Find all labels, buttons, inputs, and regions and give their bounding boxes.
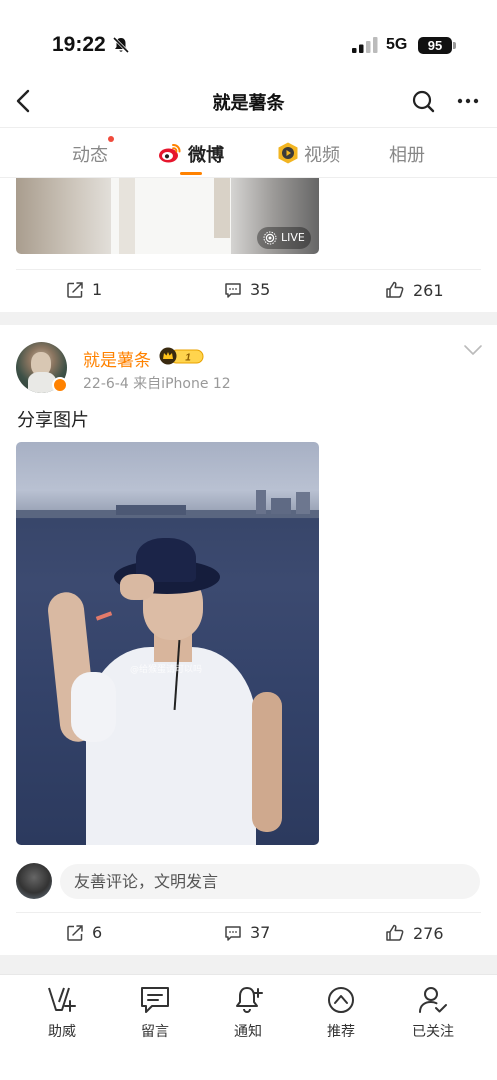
bottom-toolbar: 助威 留言 通知 推荐 已关注: [0, 974, 497, 1080]
live-photo-icon: [263, 231, 277, 245]
repost-count: 6: [92, 923, 103, 942]
vip-level-badge: 1: [159, 347, 204, 365]
more-icon[interactable]: [454, 86, 484, 116]
thumbs-up-icon: [386, 281, 404, 298]
tab-album[interactable]: 相册: [389, 141, 425, 167]
comment-icon: [225, 282, 241, 298]
like-button[interactable]: 261: [385, 280, 444, 300]
comment-input[interactable]: 友善评论，文明发言: [60, 864, 480, 899]
notify-button[interactable]: 通知: [213, 985, 283, 1041]
message-icon: [141, 987, 169, 1013]
notify-bell-icon: [236, 987, 263, 1013]
previous-post-actions: 1 35 261: [0, 270, 497, 312]
followed-label: 已关注: [412, 1024, 454, 1040]
live-photo-badge: LIVE: [257, 227, 311, 249]
network-type: 5G: [386, 36, 408, 53]
nav-bar: 就是薯条: [0, 78, 497, 126]
comment-button[interactable]: 37: [224, 923, 270, 942]
signal-strength-icon: [352, 37, 378, 53]
tab-video[interactable]: 视频: [304, 141, 340, 167]
live-label: LIVE: [281, 231, 305, 244]
profile-tabs: 动态 微博 视频 相册: [0, 127, 497, 178]
post-image[interactable]: [16, 442, 319, 845]
post-meta: 22-6-4 来自iPhone 12: [83, 376, 231, 392]
cheer-icon: [48, 987, 76, 1012]
vip-level-number: 1: [185, 353, 191, 364]
active-tab-indicator: [180, 172, 202, 175]
thumbs-up-icon: [386, 924, 404, 941]
followed-icon: [419, 987, 447, 1013]
user-verified-badge: [52, 377, 68, 393]
repost-icon: [67, 924, 83, 941]
comment-count: 37: [250, 923, 271, 942]
comment-icon: [225, 925, 241, 941]
recommend-icon: [328, 987, 354, 1013]
my-avatar: [16, 863, 52, 899]
image-watermark: @给猴蛋请可以吗: [130, 665, 203, 675]
like-count: 261: [413, 280, 444, 300]
status-time: 19:22: [52, 33, 106, 56]
notify-label: 通知: [234, 1024, 262, 1040]
like-count: 276: [413, 923, 444, 943]
post-text: 分享图片: [17, 410, 89, 431]
section-gap: [0, 955, 497, 974]
tab-weibo[interactable]: 微博: [188, 141, 224, 167]
tab-dynamics[interactable]: 动态: [72, 141, 108, 167]
recommend-label: 推荐: [327, 1024, 355, 1040]
repost-count: 1: [92, 280, 103, 299]
cheer-label: 助威: [48, 1024, 76, 1040]
battery-level: 95: [418, 37, 452, 54]
like-button[interactable]: 276: [385, 923, 444, 943]
repost-button[interactable]: 6: [66, 923, 102, 942]
comment-button[interactable]: 35: [224, 280, 270, 299]
comment-count: 35: [250, 280, 271, 299]
followed-button[interactable]: 已关注: [398, 985, 468, 1041]
repost-button[interactable]: 1: [66, 280, 102, 299]
battery-tip: [453, 42, 456, 49]
tab-notification-dot: [108, 136, 114, 142]
search-icon[interactable]: [408, 86, 438, 116]
section-gap: [0, 312, 497, 325]
post-actions: 6 37 276: [0, 913, 497, 955]
cheer-button[interactable]: 助威: [27, 985, 97, 1041]
status-bar: 19:22 5G 95: [0, 0, 497, 80]
chevron-down-icon[interactable]: [463, 344, 483, 356]
recommend-button[interactable]: 推荐: [306, 985, 376, 1041]
video-tab-icon: [278, 142, 298, 164]
weibo-logo-icon: [159, 144, 181, 163]
repost-icon: [67, 281, 83, 298]
mute-bell-icon: [112, 36, 130, 54]
post-username[interactable]: 就是薯条: [83, 346, 151, 371]
message-label: 留言: [141, 1024, 169, 1040]
message-button[interactable]: 留言: [120, 985, 190, 1041]
